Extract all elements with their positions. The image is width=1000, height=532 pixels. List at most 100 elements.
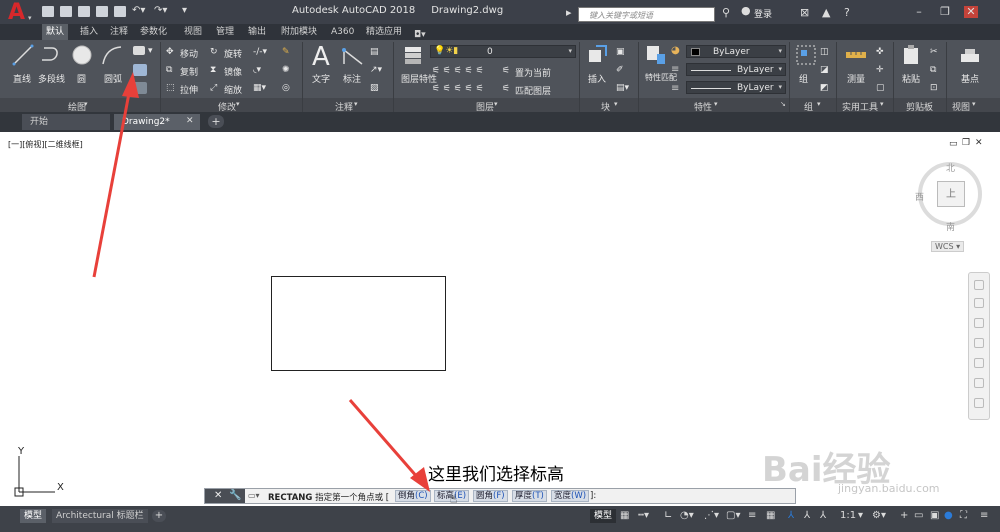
exchange-icon[interactable]: ▲ bbox=[822, 6, 830, 19]
tab-manage[interactable]: 管理 bbox=[216, 24, 234, 40]
edit-block-icon[interactable]: ✐ bbox=[616, 65, 624, 75]
line-icon[interactable] bbox=[12, 44, 34, 66]
array-icon[interactable]: ▦▾ bbox=[253, 83, 266, 93]
workspace-gear-icon[interactable]: ⚙▾ bbox=[872, 510, 886, 521]
viewcube-south[interactable]: 南 bbox=[946, 220, 955, 233]
stretch-icon[interactable]: ⬚ bbox=[166, 83, 175, 93]
rectangle-icon[interactable] bbox=[133, 46, 145, 55]
layout-tab-architectural[interactable]: Architectural 标题栏 bbox=[52, 509, 148, 523]
search-icon[interactable]: ▸ bbox=[566, 6, 572, 19]
ortho-icon[interactable]: ∟ bbox=[664, 510, 672, 521]
layers-panel-expand-icon[interactable]: ▾ bbox=[494, 100, 498, 108]
tab-insert[interactable]: 插入 bbox=[80, 24, 98, 40]
arc-icon[interactable] bbox=[100, 44, 124, 66]
annotation-monitor-icon[interactable]: + bbox=[900, 510, 908, 521]
circle-icon[interactable] bbox=[71, 44, 93, 66]
new-icon[interactable] bbox=[42, 6, 54, 17]
select-all-icon[interactable]: ▢ bbox=[876, 83, 885, 93]
layer-state-icons[interactable]: ⚟ ⚟ ⚟ ⚟ ⚟ bbox=[432, 66, 484, 76]
grid-icon[interactable]: ▦ bbox=[620, 510, 629, 521]
close-icon[interactable]: ✕ bbox=[964, 6, 978, 18]
copy-icon[interactable]: ⧉ bbox=[166, 65, 172, 75]
linetype-dropdown[interactable]: ByLayer ▾ bbox=[686, 81, 786, 94]
add-layout-icon[interactable]: + bbox=[152, 510, 166, 522]
base-point-icon[interactable] bbox=[960, 46, 980, 66]
model-space-toggle[interactable]: 模型 bbox=[590, 509, 617, 523]
wcs-menu[interactable]: WCS ▾ bbox=[931, 241, 965, 252]
markup-icon[interactable]: ▧ bbox=[370, 83, 379, 93]
utilities-panel-expand-icon[interactable]: ▾ bbox=[880, 100, 884, 108]
new-tab-icon[interactable]: + bbox=[208, 115, 224, 128]
qat-customize-icon[interactable]: ▾ bbox=[182, 5, 187, 16]
leader-icon[interactable]: ↗▾ bbox=[370, 65, 382, 75]
trim-icon[interactable]: -/-▾ bbox=[253, 47, 267, 57]
lineweight-dropdown[interactable]: ByLayer ▾ bbox=[686, 63, 786, 76]
gradient-icon[interactable] bbox=[133, 82, 147, 94]
group-icon[interactable] bbox=[795, 44, 817, 66]
print-icon[interactable] bbox=[114, 6, 126, 17]
save-icon[interactable] bbox=[78, 6, 90, 17]
pan-icon[interactable] bbox=[974, 318, 984, 328]
copy-base-icon[interactable]: ⊡ bbox=[930, 83, 938, 93]
tab-addins[interactable]: 附加模块 bbox=[281, 24, 317, 40]
id-point-icon[interactable]: ✛ bbox=[876, 65, 884, 75]
offset-icon[interactable]: ◎ bbox=[282, 83, 290, 93]
annotation-scale-icon[interactable]: ⅄ bbox=[820, 510, 826, 521]
cmd-customize-icon[interactable]: 🔧 bbox=[229, 490, 241, 501]
tab-a360[interactable]: A360 bbox=[331, 24, 354, 40]
explode-icon[interactable]: ✺ bbox=[282, 65, 290, 75]
tab-view[interactable]: 视图 bbox=[184, 24, 202, 40]
close-tab-icon[interactable]: ✕ bbox=[186, 116, 194, 126]
open-icon[interactable] bbox=[60, 6, 72, 17]
restore-icon[interactable]: ❐ bbox=[938, 6, 952, 18]
viewport-close-icon[interactable]: ✕ bbox=[975, 138, 983, 148]
match-layer-label[interactable]: 匹配图层 bbox=[515, 84, 551, 97]
save-as-icon[interactable] bbox=[96, 6, 108, 17]
ungroup-icon[interactable]: ◫ bbox=[820, 47, 829, 57]
customize-status-icon[interactable]: ≡ bbox=[980, 510, 988, 521]
annotation-panel-expand-icon[interactable]: ▾ bbox=[354, 100, 358, 108]
layer-state-icons-2[interactable]: ⚟ ⚟ ⚟ ⚟ ⚟ bbox=[432, 84, 484, 94]
annotation-scale-value[interactable]: 1:1 bbox=[840, 510, 856, 521]
viewcube-west[interactable]: 西 bbox=[915, 190, 924, 203]
table-icon[interactable]: ▤ bbox=[370, 47, 379, 57]
viewport-controls[interactable]: [一][俯视][二维线框] bbox=[8, 139, 83, 150]
quick-calc-icon[interactable]: ✜ bbox=[876, 47, 884, 57]
tab-featured-apps[interactable]: 精选应用 bbox=[366, 24, 402, 40]
quick-properties-icon[interactable]: ▣ bbox=[930, 510, 939, 521]
color-wheel-icon[interactable]: ◕ bbox=[671, 45, 680, 56]
fillet-icon[interactable]: ◟▾ bbox=[253, 65, 261, 75]
polyline-icon[interactable] bbox=[40, 44, 64, 66]
create-block-icon[interactable]: ▣ bbox=[616, 47, 625, 57]
tab-start[interactable]: 开始 bbox=[22, 114, 110, 130]
draw-panel-expand-icon[interactable]: ▾ bbox=[84, 100, 88, 108]
text-icon[interactable]: A bbox=[312, 42, 330, 72]
app-store-icon[interactable]: ⊠ bbox=[800, 6, 809, 19]
move-icon[interactable]: ✥ bbox=[166, 47, 174, 57]
match-layer-icon[interactable]: ⚟ bbox=[502, 84, 510, 94]
paste-icon[interactable] bbox=[902, 44, 922, 66]
rectangle-dropdown-icon[interactable]: ▾ bbox=[148, 46, 153, 56]
object-snap-icon[interactable]: ▢▾ bbox=[726, 510, 740, 521]
tab-home[interactable]: 默认 bbox=[42, 24, 69, 40]
rectangle-shape[interactable] bbox=[271, 276, 446, 371]
set-current-icon[interactable]: ⚟ bbox=[502, 66, 510, 76]
auto-scale-icon[interactable]: ⅄ bbox=[804, 510, 810, 521]
transparency-icon[interactable]: ▦ bbox=[766, 510, 775, 521]
tab-output[interactable]: 输出 bbox=[248, 24, 266, 40]
help-icon[interactable]: ? bbox=[844, 6, 850, 19]
units-icon[interactable]: ▭ bbox=[914, 510, 923, 521]
user-icon[interactable]: ● bbox=[741, 4, 751, 17]
match-properties-icon[interactable] bbox=[645, 44, 667, 66]
tab-annotate[interactable]: 注释 bbox=[110, 24, 128, 40]
mirror-icon[interactable]: ⧗ bbox=[210, 65, 216, 75]
view-panel-expand-icon[interactable]: ▾ bbox=[972, 100, 976, 108]
set-current-label[interactable]: 置为当前 bbox=[515, 66, 551, 79]
redo-icon[interactable]: ↷▾ bbox=[154, 5, 167, 16]
erase-icon[interactable]: ✎ bbox=[282, 47, 290, 57]
viewcube-top-face[interactable]: 上 bbox=[937, 181, 965, 207]
properties-panel-expand-icon[interactable]: ▾ bbox=[714, 100, 718, 108]
tab-parametric[interactable]: 参数化 bbox=[140, 24, 167, 40]
option-chamfer[interactable]: 倒角(C) bbox=[395, 490, 431, 502]
group-edit-icon[interactable]: ◪ bbox=[820, 65, 829, 75]
